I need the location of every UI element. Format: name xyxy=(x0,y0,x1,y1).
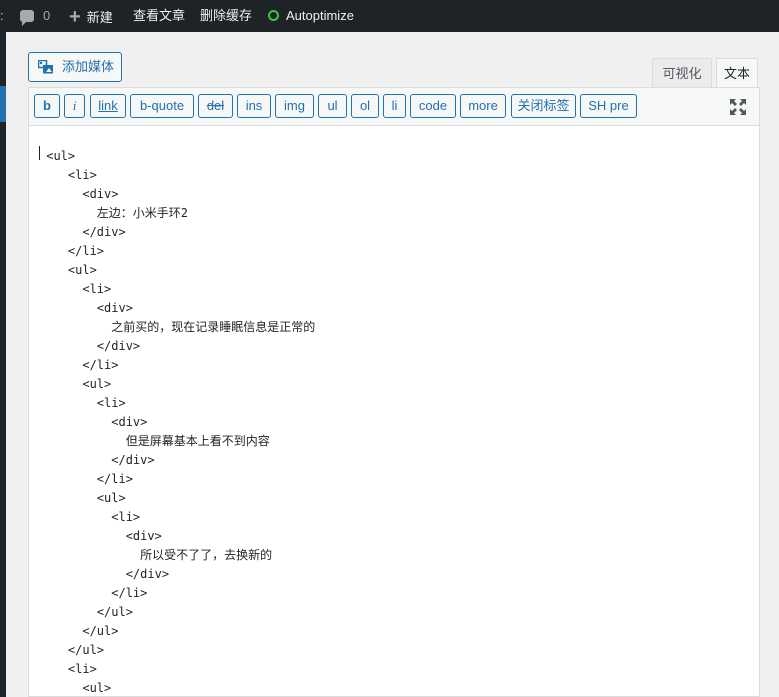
fullscreen-icon[interactable] xyxy=(729,98,747,116)
quicktag-more-button[interactable]: more xyxy=(460,94,506,118)
code-line: </li> xyxy=(39,358,119,372)
text-cursor xyxy=(39,146,40,160)
code-line: <div> xyxy=(39,415,148,429)
code-line: <ul> xyxy=(39,681,112,695)
code-line: 但是屏幕基本上看不到内容 xyxy=(39,434,270,448)
code-line: 之前买的，现在记录睡眠信息是正常的 xyxy=(39,320,316,334)
status-ring-icon xyxy=(268,10,279,21)
new-content-label: 新建 xyxy=(86,10,113,25)
clear-cache-link[interactable]: 删除缓存 xyxy=(200,0,252,32)
quicktag-li-button[interactable]: li xyxy=(383,94,406,118)
code-line: <li> xyxy=(39,510,141,524)
code-line: </ul> xyxy=(39,605,133,619)
content-area: 添加媒体 可视化 文本 b i link b-quote del ins img… xyxy=(6,32,779,697)
code-line: <div> xyxy=(39,301,133,315)
quicktag-code-button[interactable]: code xyxy=(410,94,456,118)
plus-icon: + xyxy=(69,6,81,28)
autoptimize-label: Autoptimize xyxy=(286,8,354,23)
quicktag-link-button[interactable]: link xyxy=(90,94,126,118)
code-line: <li> xyxy=(39,168,97,182)
code-line: <ul> xyxy=(39,491,126,505)
code-line: <div> xyxy=(39,187,119,201)
tab-text[interactable]: 文本 xyxy=(716,58,758,89)
quicktag-del-button[interactable]: del xyxy=(198,94,233,118)
code-line: </div> xyxy=(39,567,170,581)
code-line: </li> xyxy=(39,244,105,258)
code-line: <ul> xyxy=(39,149,76,163)
code-line: </li> xyxy=(39,586,148,600)
comments-count: 0 xyxy=(43,8,51,23)
add-media-label: 添加媒体 xyxy=(62,59,115,74)
code-line: </ul> xyxy=(39,643,105,657)
code-line: </div> xyxy=(39,453,155,467)
new-content-link[interactable]: + 新建 xyxy=(69,0,113,32)
code-line: <li> xyxy=(39,662,97,676)
code-line: 左边：小米手环2 xyxy=(39,206,189,220)
code-line: </div> xyxy=(39,339,141,353)
admin-bar-edge-fragment: : xyxy=(0,8,4,23)
admin-bar: : 0 + 新建 查看文章 删除缓存 Autoptimize xyxy=(0,0,779,32)
comments-link[interactable]: 0 xyxy=(20,0,50,32)
quicktag-close-tags-button[interactable]: 关闭标签 xyxy=(511,94,576,118)
quicktag-ol-button[interactable]: ol xyxy=(351,94,379,118)
quicktag-b-button[interactable]: b xyxy=(34,94,60,118)
code-line: <li> xyxy=(39,396,126,410)
quicktag-ins-button[interactable]: ins xyxy=(237,94,271,118)
quicktag-i-button[interactable]: i xyxy=(64,94,85,118)
quicktag-img-button[interactable]: img xyxy=(275,94,314,118)
code-textarea[interactable]: </div> <ul> <li> <div> 左边：小米手环2 </div> <… xyxy=(29,126,759,696)
quicktag-sh-pre-button[interactable]: SH pre xyxy=(580,94,637,118)
code-line: 所以受不了了，去换新的 xyxy=(39,548,273,562)
media-icon xyxy=(38,60,53,74)
view-post-link[interactable]: 查看文章 xyxy=(133,0,185,32)
code-line: </div> xyxy=(39,126,82,128)
code-line: </ul> xyxy=(39,624,119,638)
tab-visual[interactable]: 可视化 xyxy=(652,58,712,87)
code-line: </div> xyxy=(39,225,126,239)
code-line: <ul> xyxy=(39,263,97,277)
comment-bubble-icon xyxy=(20,10,34,26)
quicktag-bquote-button[interactable]: b-quote xyxy=(130,94,194,118)
quicktag-ul-button[interactable]: ul xyxy=(318,94,347,118)
autoptimize-link[interactable]: Autoptimize xyxy=(268,0,354,32)
code-line: <ul> xyxy=(39,377,112,391)
code-line: </li> xyxy=(39,472,133,486)
add-media-button[interactable]: 添加媒体 xyxy=(28,52,122,82)
text-editor: b i link b-quote del ins img ul ol li co… xyxy=(28,87,760,697)
code-line: <li> xyxy=(39,282,112,296)
code-line: <div> xyxy=(39,529,162,543)
quicktags-toolbar: b i link b-quote del ins img ul ol li co… xyxy=(29,88,759,126)
